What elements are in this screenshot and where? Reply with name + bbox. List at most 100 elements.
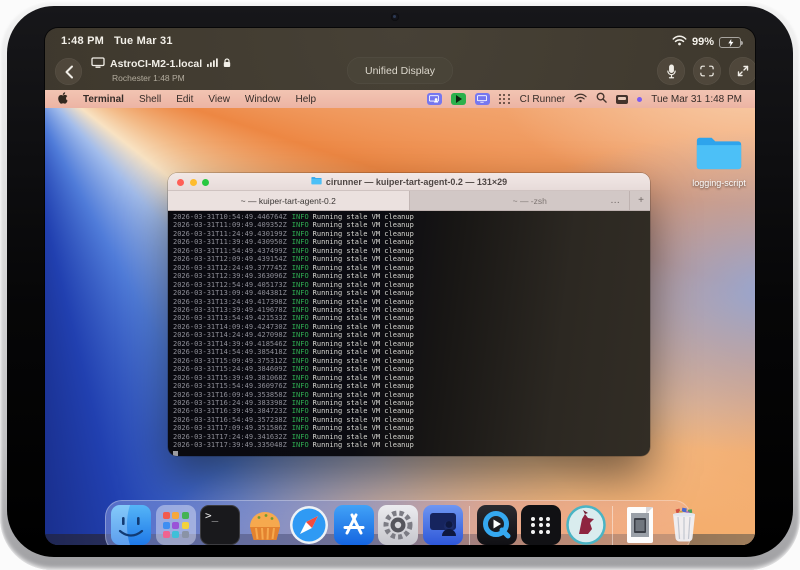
dock-item-safari[interactable] [289,505,329,545]
trash-icon [664,505,704,545]
connection-sub: Rochester 1:48 PM [112,73,231,83]
zoom-icon[interactable] [202,179,209,186]
dock-item-system-settings[interactable] [378,505,418,545]
wifi-icon [672,35,687,49]
log-line: 2026-03-31T11:54:49.437499ZINFORunning s… [173,247,650,255]
log-line: 2026-03-31T17:24:49.341632ZINFORunning s… [173,433,650,441]
log-line: 2026-03-31T15:24:49.384609ZINFORunning s… [173,365,650,373]
log-line: 2026-03-31T15:39:49.381068ZINFORunning s… [173,374,650,382]
front-camera [391,13,399,21]
log-line: 2026-03-31T16:24:49.383398ZINFORunning s… [173,399,650,407]
log-line: 2026-03-31T13:54:49.421533ZINFORunning s… [173,314,650,322]
log-line: 2026-03-31T11:39:49.430950ZINFORunning s… [173,238,650,246]
keypad-app-icon [521,505,561,545]
apple-menu[interactable] [58,92,68,107]
dock-item-launchpad[interactable] [156,505,196,545]
launchpad-icon [156,505,196,545]
tab-zsh[interactable]: ~ — -zsh … + [410,191,651,210]
connection-info[interactable]: AstroCI-M2-1.local Rochester 1:48 PM [91,57,231,83]
dock-item-app-store[interactable] [334,505,374,545]
dock-item-quicktime[interactable] [477,505,517,545]
app-store-icon [334,505,374,545]
log-line: 2026-03-31T10:54:49.446764ZINFORunning s… [173,213,650,221]
dock-item-trash[interactable] [664,505,704,545]
folder-label: logging-script [691,178,747,188]
menu-clock[interactable]: Tue Mar 31 1:48 PM [651,94,742,105]
status-date: Tue Mar 31 [114,35,173,47]
menu-item-view[interactable]: View [208,94,230,105]
tart-icon [245,505,285,545]
screen-share-user-icon[interactable] [427,93,442,105]
menu-item-edit[interactable]: Edit [176,94,193,105]
menu-wifi-icon[interactable] [574,93,587,106]
menu-item-help[interactable]: Help [296,94,317,105]
log-line: 2026-03-31T16:39:49.384723ZINFORunning s… [173,407,650,415]
lock-icon [223,58,231,71]
macos-menu-bar: Terminal Shell Edit View Window Help CI … [45,90,755,108]
new-tab-button[interactable]: + [629,191,644,210]
traffic-lights[interactable] [177,179,209,186]
dock-item-screen-sharing[interactable] [423,505,463,545]
document-icon [620,505,660,545]
terminal-title-bar[interactable]: cirunner — kuiper-tart-agent-0.2 — 131×2… [168,173,650,191]
mic-button[interactable] [657,57,685,85]
display-icon [91,57,105,71]
log-line: 2026-03-31T12:24:49.377745ZINFORunning s… [173,264,650,272]
safari-icon [289,505,329,545]
dock-item-terminal[interactable]: >_ [200,505,240,545]
ipad-status-bar: 1:48 PM Tue Mar 31 99% [45,28,755,54]
dock-item-tart[interactable] [245,505,285,545]
log-line: 2026-03-31T14:54:49.385418ZINFORunning s… [173,348,650,356]
tab-zsh-label: ~ — -zsh [513,196,547,206]
dock-item-document[interactable] [620,505,660,545]
title-folder-icon [311,176,322,187]
terminal-window[interactable]: cirunner — kuiper-tart-agent-0.2 — 131×2… [168,173,650,456]
dock-item-keypad-app[interactable] [521,505,561,545]
status-time: 1:48 PM [61,35,104,47]
log-line: 2026-03-31T13:09:49.404381ZINFORunning s… [173,289,650,297]
log-line: 2026-03-31T12:39:49.363096ZINFORunning s… [173,272,650,280]
dock-item-ci-runner[interactable] [566,505,606,545]
battery-charging-icon [719,37,741,48]
screen-share-icon[interactable] [475,93,490,105]
tablet-frame: 1:48 PM Tue Mar 31 99% [0,0,800,570]
close-icon[interactable] [177,179,184,186]
desktop-folder-logging-script[interactable]: logging-script [691,134,747,188]
tab-kuiper-tart-agent[interactable]: ~ — kuiper-tart-agent-0.2 [168,191,410,210]
log-line: 2026-03-31T14:09:49.424730ZINFORunning s… [173,323,650,331]
screen-indicator-icon[interactable] [616,95,628,104]
tab-overflow-button[interactable]: … [610,195,620,206]
minimize-icon[interactable] [190,179,197,186]
menu-item-window[interactable]: Window [245,94,281,105]
terminal-log: 2026-03-31T10:54:49.446764ZINFORunning s… [173,213,650,450]
expand-button[interactable] [729,57,755,85]
search-icon[interactable] [596,92,607,106]
battery-percent: 99% [692,36,714,48]
menu-item-shell[interactable]: Shell [139,94,161,105]
dock-separator [612,506,613,545]
screen: 1:48 PM Tue Mar 31 99% [45,28,755,545]
dock: >_ [105,500,691,545]
log-line: 2026-03-31T13:24:49.417398ZINFORunning s… [173,298,650,306]
macos-desktop[interactable]: logging-script cirunner — kuiper-tart-ag… [45,108,755,545]
screen-sharing-icon [423,505,463,545]
menu-item-terminal[interactable]: Terminal [83,94,124,105]
terminal-content[interactable]: 2026-03-31T10:54:49.446764ZINFORunning s… [168,211,650,456]
terminal-cursor [173,451,178,456]
dock-item-finder[interactable] [111,505,151,545]
terminal-app-icon: >_ [200,505,240,545]
unified-display-button[interactable]: Unified Display [347,57,453,84]
log-line: 2026-03-31T12:54:49.405173ZINFORunning s… [173,281,650,289]
capture-frame-button[interactable] [693,57,721,85]
log-line: 2026-03-31T16:09:49.353858ZINFORunning s… [173,391,650,399]
system-settings-icon [378,505,418,545]
log-line: 2026-03-31T15:09:49.375312ZINFORunning s… [173,357,650,365]
back-button[interactable] [55,58,82,85]
play-status-icon[interactable] [451,93,466,105]
window-title: cirunner — kuiper-tart-agent-0.2 — 131×2… [326,177,507,187]
remote-app-toolbar: AstroCI-M2-1.local Rochester 1:48 PM Uni… [45,54,755,90]
signal-bars-icon [207,58,218,70]
ci-runner-status-item[interactable]: CI Runner [520,94,566,105]
app-grid-icon[interactable] [499,94,511,104]
log-line: 2026-03-31T11:24:49.430199ZINFORunning s… [173,230,650,238]
